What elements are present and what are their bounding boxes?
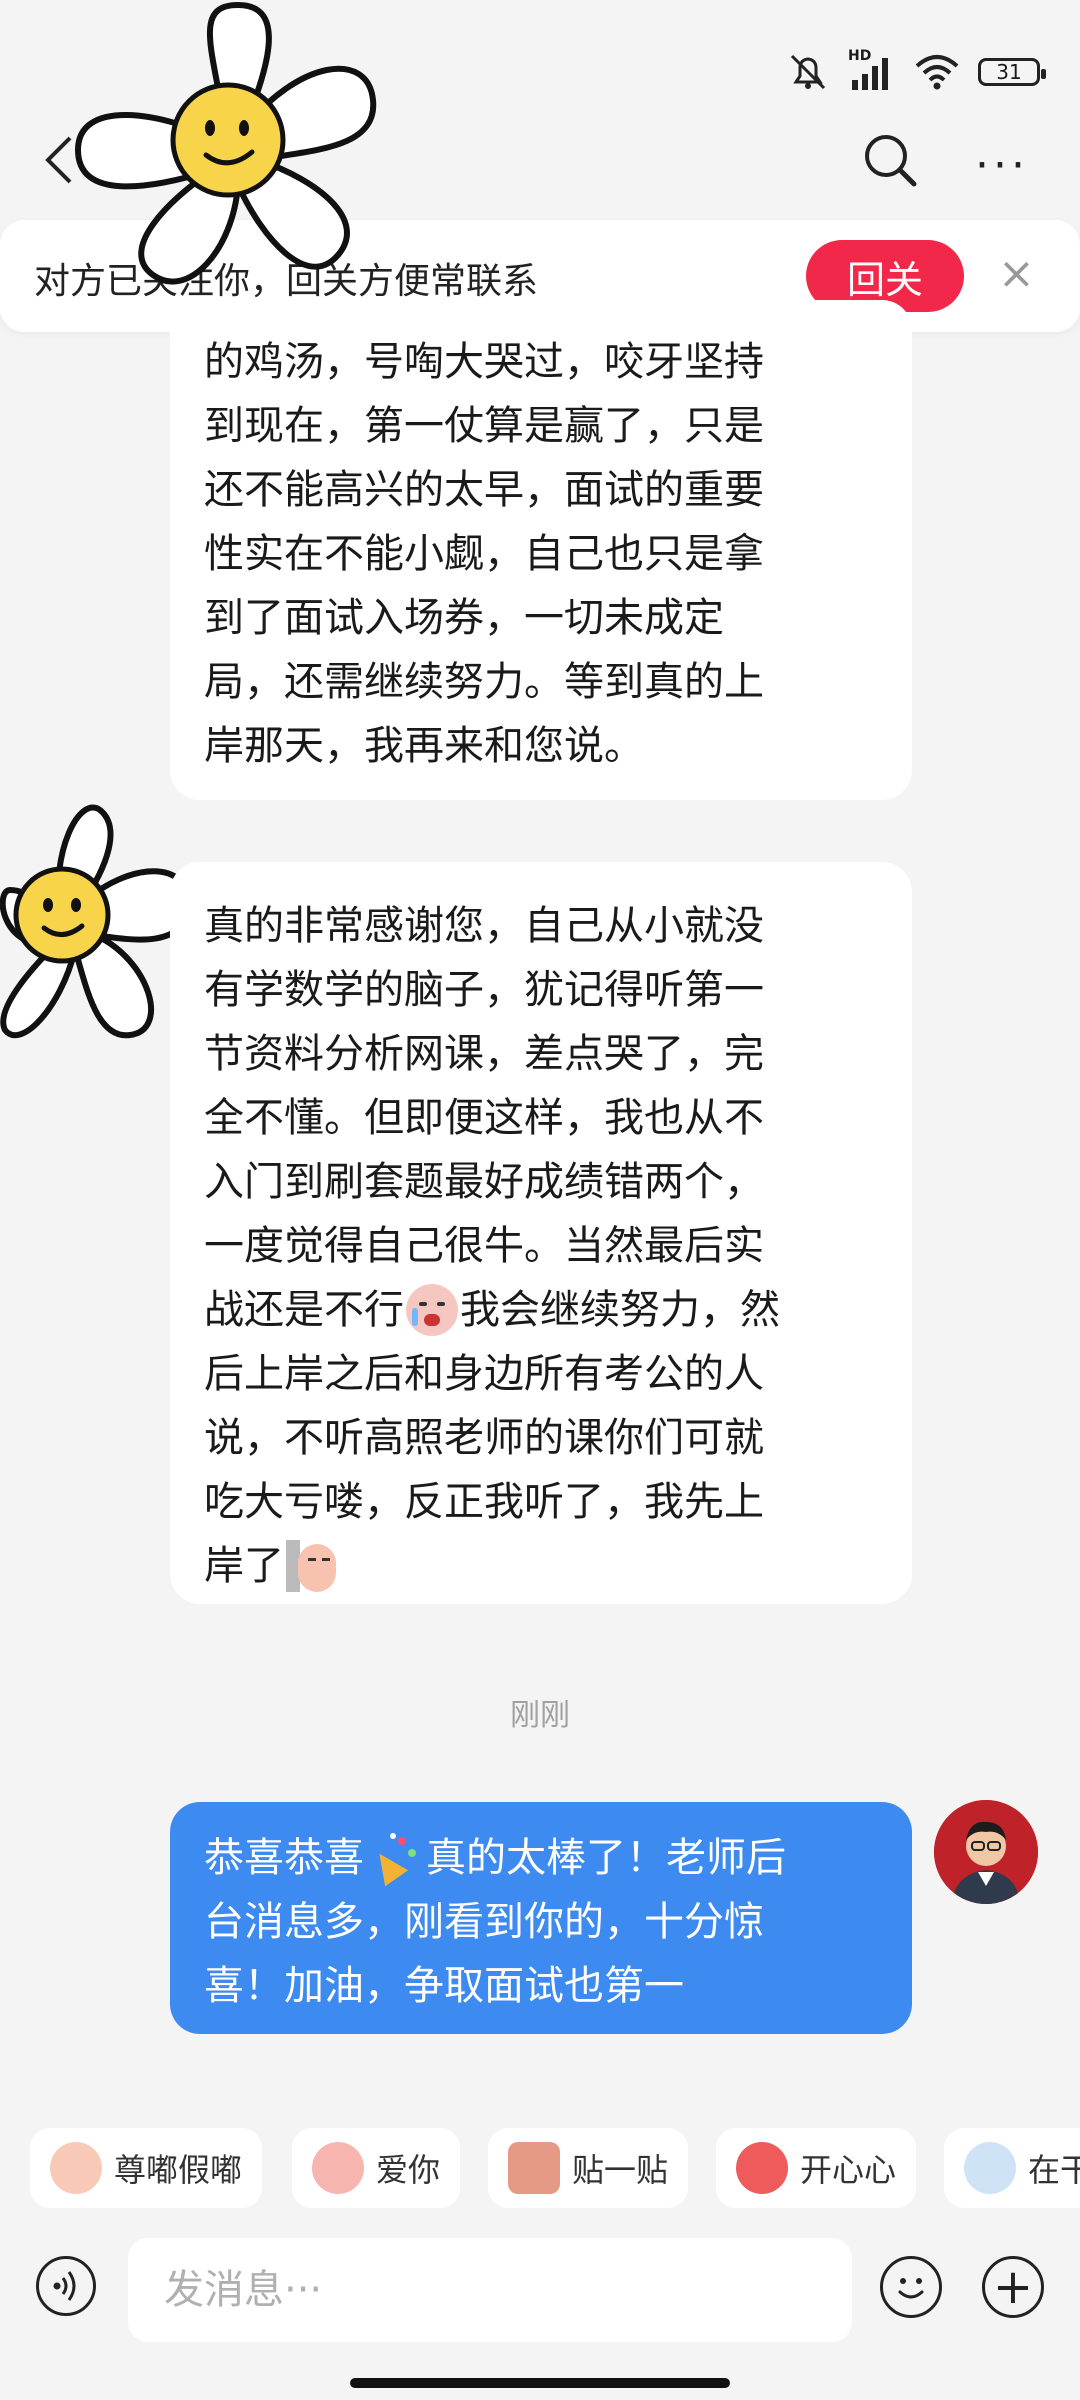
search-icon[interactable]: [860, 130, 920, 190]
message-fragment: 我会继续努力，然: [460, 1287, 780, 1333]
message-line: 说，不听高照老师的课你们可就: [204, 1415, 764, 1461]
message-fragment: 岸了: [204, 1543, 284, 1589]
happy-heart-icon: [736, 2142, 788, 2194]
battery-icon: 31: [978, 58, 1046, 86]
message-line: 恭喜恭喜 真的太棒了！老师后: [204, 1826, 878, 1890]
outgoing-message-bubble[interactable]: 恭喜恭喜 真的太棒了！老师后 台消息多，刚看到你的，十分惊 喜！加油，争取面试也…: [170, 1802, 912, 2034]
status-icons: HD 31: [786, 48, 1046, 92]
signal-icon: HD: [848, 48, 896, 92]
more-icon[interactable]: ···: [975, 140, 1029, 191]
incoming-message-bubble[interactable]: 真的非常感谢您，自己从小就没 有学数学的脑子，犹记得听第一 节资料分析网课，差点…: [170, 862, 912, 1604]
quick-sticker-label: 爱你: [376, 2151, 441, 2189]
incoming-message-bubble[interactable]: 的鸡汤，号啕大哭过，咬牙坚持 到现在，第一仗算是赢了，只是 还不能高兴的太早，面…: [170, 300, 912, 800]
quick-sticker-label: 在干: [1028, 2151, 1080, 2189]
quick-sticker-chip[interactable]: 贴一贴: [488, 2128, 689, 2208]
home-indicator[interactable]: [350, 2378, 730, 2388]
message-line: 岸那天，我再来和您说。: [204, 723, 644, 769]
message-line: 全不懂。但即便这样，我也从不: [204, 1095, 764, 1141]
message-line: 性实在不能小觑，自己也只是拿: [204, 531, 764, 577]
party-popper-icon: [367, 1833, 420, 1887]
message-line: 岸了: [204, 1534, 878, 1598]
message-line: 的鸡汤，号啕大哭过，咬牙坚持: [204, 339, 764, 385]
message-text: 恭喜恭喜 真的太棒了！老师后 台消息多，刚看到你的，十分惊 喜！加油，争取面试也…: [170, 1802, 912, 2046]
wall-peek-emoji-icon: [286, 1538, 338, 1594]
quick-sticker-chip[interactable]: 在干: [944, 2128, 1080, 2208]
message-line: 还不能高兴的太早，面试的重要: [204, 467, 764, 513]
battery-level: 31: [996, 60, 1022, 84]
input-bar: 发消息··· +: [0, 2220, 1080, 2400]
message-line: 有学数学的脑子，犹记得听第一: [204, 967, 764, 1013]
message-line: 一度觉得自己很牛。当然最后实: [204, 1223, 764, 1269]
message-line: 喜！加油，争取面试也第一: [204, 1963, 684, 2009]
message-fragment: 真的太棒了！老师后: [426, 1835, 786, 1881]
message-line: 到了面试入场券，一切未成定: [204, 595, 724, 641]
love-pig-icon: [312, 2142, 364, 2194]
quick-sticker-label: 尊嘟假嘟: [114, 2151, 243, 2189]
hug-sticker-icon: [508, 2142, 560, 2194]
message-timestamp: 刚刚: [510, 1698, 570, 1733]
plus-icon[interactable]: +: [982, 2256, 1044, 2318]
pig-face-icon: [50, 2142, 102, 2194]
message-text: 真的非常感谢您，自己从小就没 有学数学的脑子，犹记得听第一 节资料分析网课，差点…: [170, 862, 912, 1626]
quick-sticker-chip[interactable]: 开心心: [716, 2128, 917, 2208]
quick-sticker-label: 贴一贴: [572, 2151, 669, 2189]
emoji-icon[interactable]: [880, 2256, 942, 2318]
message-text: 的鸡汤，号啕大哭过，咬牙坚持 到现在，第一仗算是赢了，只是 还不能高兴的太早，面…: [170, 300, 912, 806]
message-fragment: 恭喜恭喜: [204, 1835, 364, 1881]
mute-bell-icon: [790, 54, 826, 90]
message-fragment: 战还是不行: [204, 1287, 404, 1333]
voice-input-icon[interactable]: [36, 2256, 96, 2316]
quick-sticker-chip[interactable]: 爱你: [292, 2128, 461, 2208]
quick-sticker-chip[interactable]: 尊嘟假嘟: [30, 2128, 263, 2208]
message-line: 后上岸之后和身边所有考公的人: [204, 1351, 764, 1397]
message-line: 到现在，第一仗算是赢了，只是: [204, 403, 764, 449]
message-line: 战还是不行 我会继续努力，然: [204, 1278, 878, 1342]
my-avatar[interactable]: [934, 1800, 1038, 1904]
message-input[interactable]: 发消息···: [128, 2238, 852, 2342]
quick-sticker-label: 开心心: [800, 2151, 897, 2189]
close-icon[interactable]: ×: [998, 250, 1035, 298]
crying-emoji-icon: [406, 1284, 458, 1336]
message-line: 节资料分析网课，差点哭了，完: [204, 1031, 764, 1077]
message-line: 真的非常感谢您，自己从小就没: [204, 903, 764, 949]
flower-sticker-icon: [74, 1, 377, 285]
avatar-portrait-icon: [934, 1800, 1038, 1904]
thinking-sticker-icon: [964, 2142, 1016, 2194]
message-line: 台消息多，刚看到你的，十分惊: [204, 1899, 764, 1945]
message-line: 局，还需继续努力。等到真的上: [204, 659, 764, 705]
message-line: 吃大亏喽，反正我听了，我先上: [204, 1479, 764, 1525]
message-line: 入门到刷套题最好成绩错两个，: [204, 1159, 764, 1205]
wifi-icon: [915, 55, 959, 90]
